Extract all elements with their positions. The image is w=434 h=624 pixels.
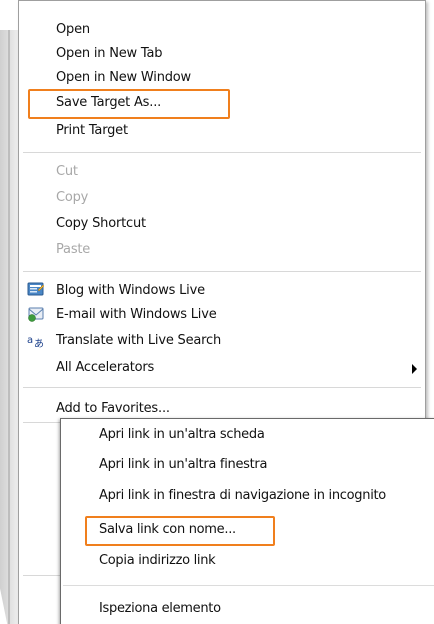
translate-icon: a あ [27,335,44,349]
menu-item-open-new-tab[interactable]: Open in New Tab [56,43,163,65]
menu-separator [23,152,421,153]
menu-item-salva-link-con-nome[interactable]: Salva link con nome... [99,519,236,541]
menu-item-translate-live-search[interactable]: Translate with Live Search [56,330,221,352]
menu-separator [63,585,434,586]
chrome-context-menu: Apri link in un'altra scheda Apri link i… [60,418,434,624]
svg-text:あ: あ [34,338,44,349]
menu-item-print-target[interactable]: Print Target [56,120,128,142]
menu-item-paste: Paste [56,242,91,257]
menu-item-open-new-window[interactable]: Open in New Window [56,67,191,89]
email-icon [28,307,44,322]
menu-item-copia-indirizzo-link[interactable]: Copia indirizzo link [99,550,216,572]
menu-item-open[interactable]: Open [56,19,90,41]
submenu-arrow-icon [412,364,417,374]
menu-item-blog-windows-live[interactable]: Blog with Windows Live [56,280,205,302]
menu-item-ispeziona-elemento[interactable]: Ispeziona elemento [99,598,221,620]
menu-item-email-windows-live[interactable]: E-mail with Windows Live [56,304,217,326]
menu-item-copy-shortcut[interactable]: Copy Shortcut [56,213,146,235]
menu-item-apri-link-finestra[interactable]: Apri link in un'altra finestra [99,454,267,476]
menu-item-copy: Copy [56,190,89,205]
menu-item-save-target-as[interactable]: Save Target As... [56,92,161,114]
menu-separator [23,271,421,272]
menu-item-apri-link-incognito[interactable]: Apri link in finestra di navigazione in … [99,485,386,507]
menu-separator [23,387,421,388]
menu-item-add-to-favorites[interactable]: Add to Favorites... [56,398,170,420]
menu-item-apri-link-scheda[interactable]: Apri link in un'altra scheda [99,424,265,446]
svg-text:a: a [27,335,33,346]
menu-item-all-accelerators[interactable]: All Accelerators [56,357,154,379]
menu-item-cut: Cut [56,164,78,179]
blog-icon [27,282,45,296]
screenshot-stage: Open Open in New Tab Open in New Window … [0,0,434,624]
